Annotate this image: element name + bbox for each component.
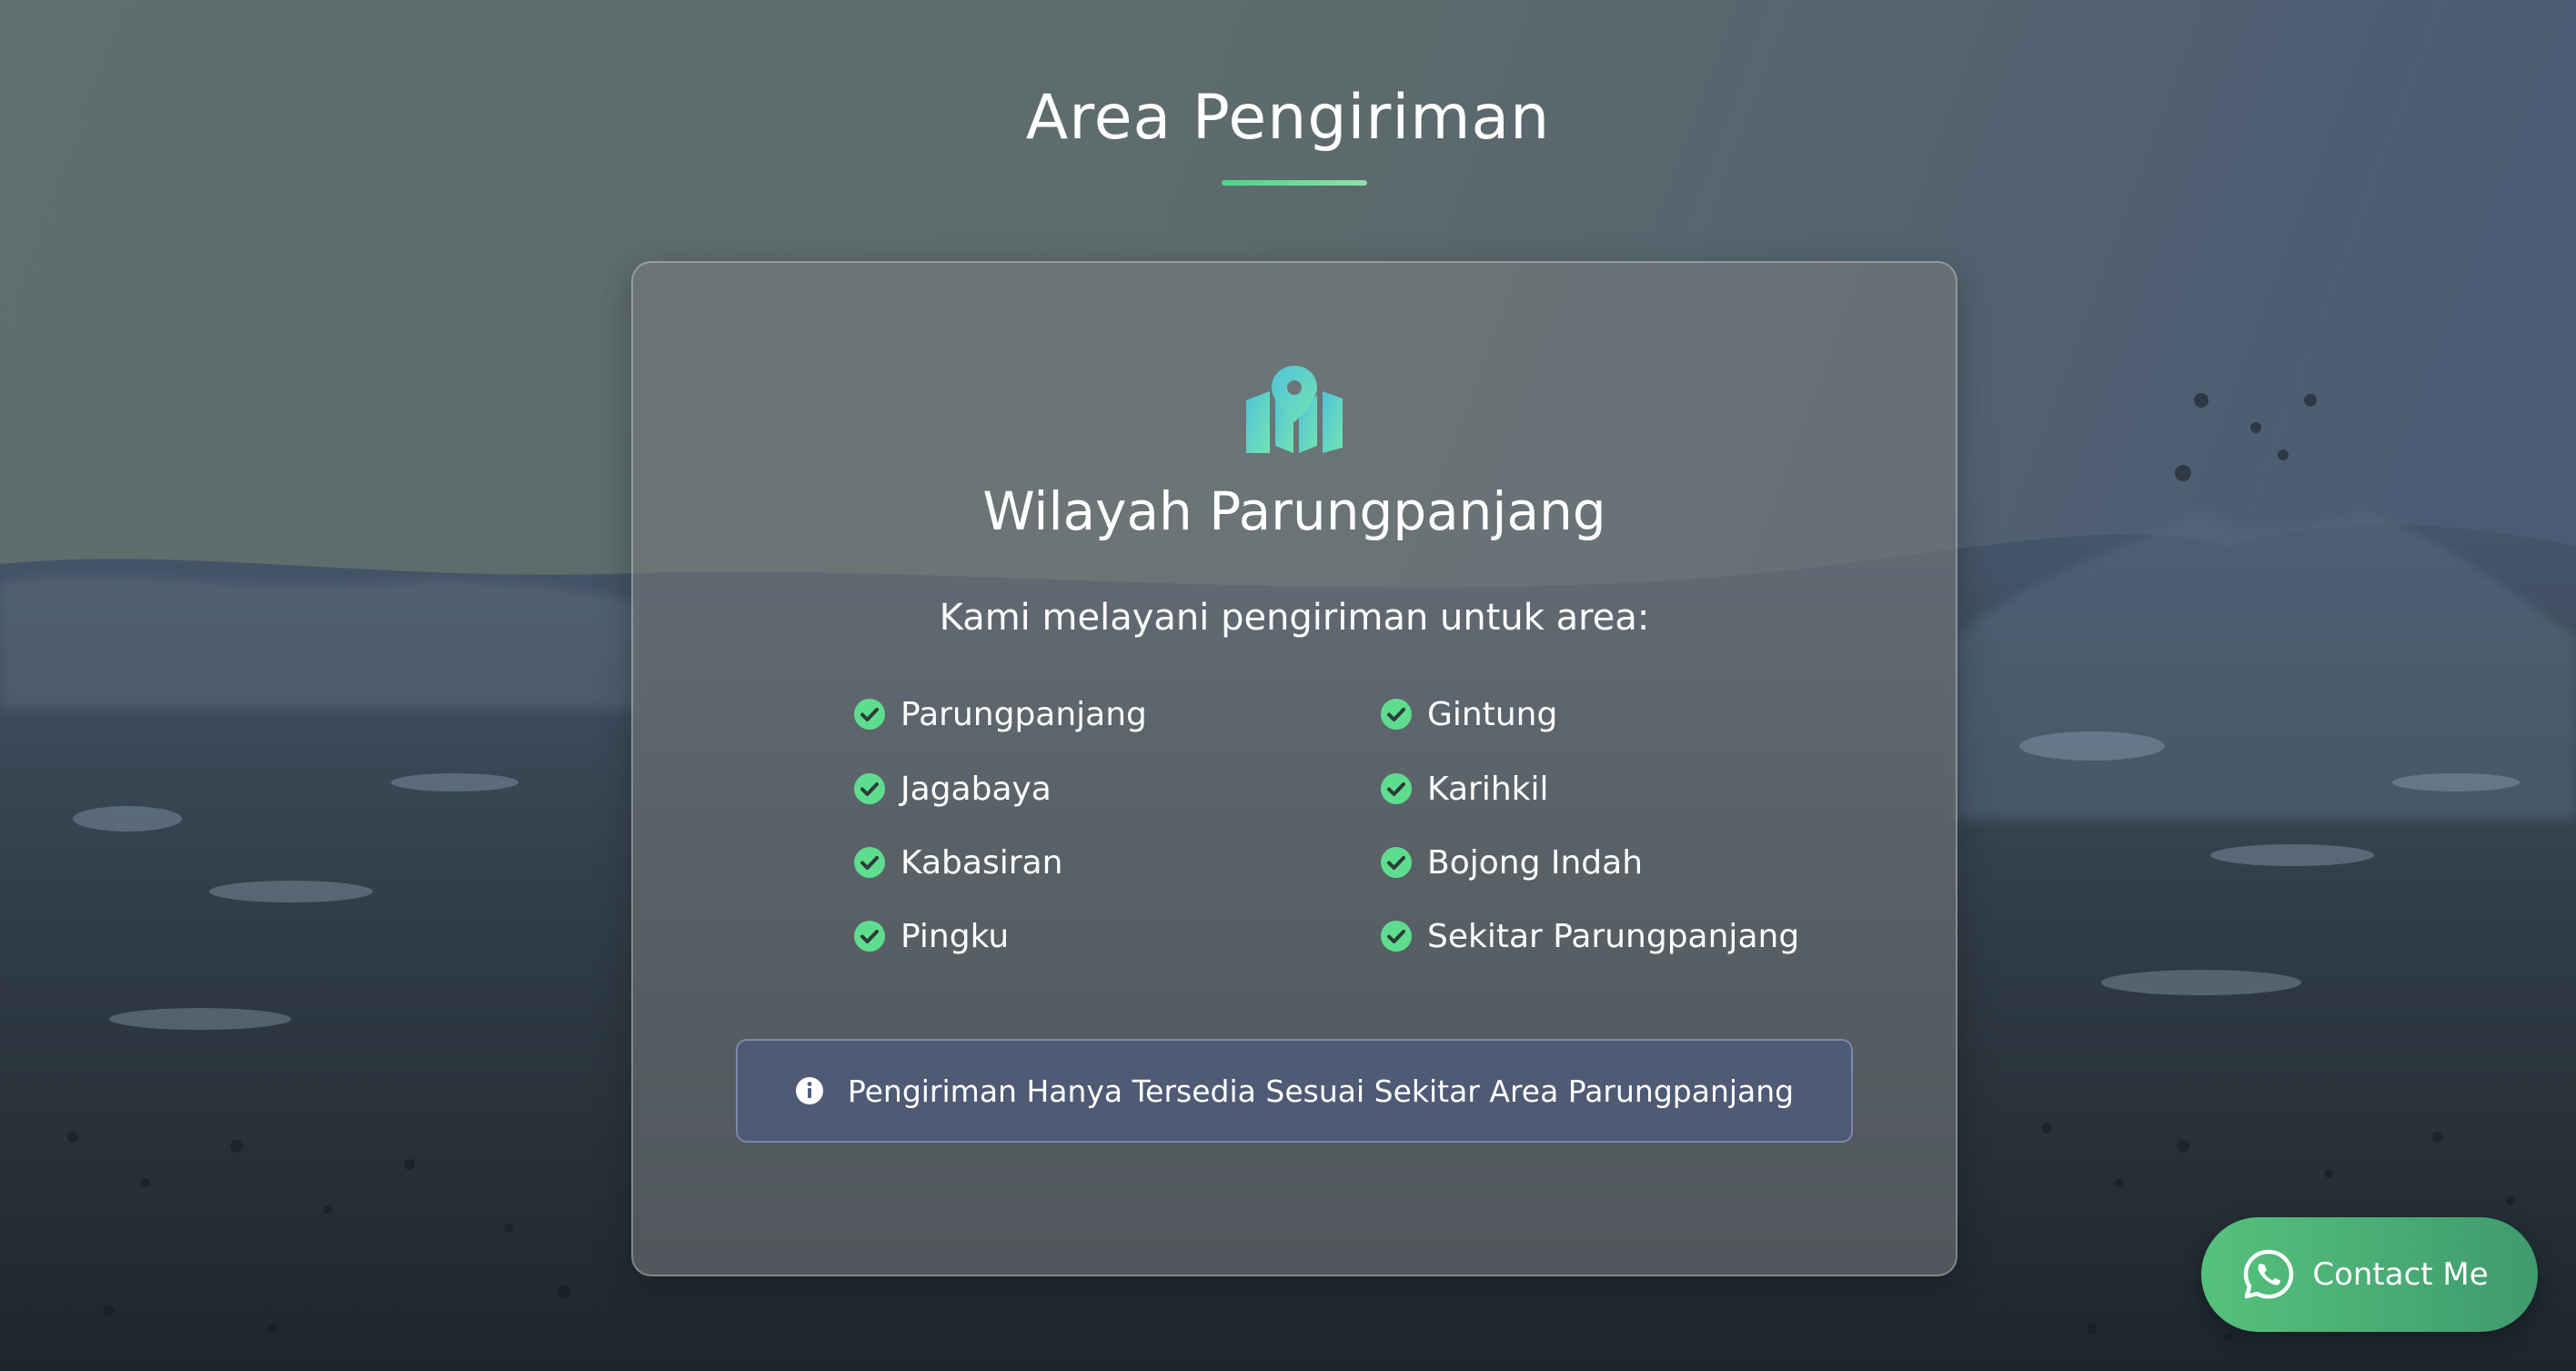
area-item: Bojong Indah — [1380, 840, 1643, 885]
area-item: Parungpanjang — [853, 691, 1147, 737]
area-label: Jagabaya — [901, 770, 1052, 808]
area-item: Gintung — [1380, 691, 1557, 737]
check-circle-icon — [854, 847, 885, 878]
area-label: Gintung — [1427, 695, 1558, 733]
whatsapp-icon — [2244, 1249, 2294, 1299]
area-item: Karihkil — [1380, 766, 1549, 812]
map-marker-icon — [1246, 366, 1343, 453]
area-item: Kabasiran — [853, 840, 1062, 885]
area-label: Parungpanjang — [901, 695, 1147, 733]
area-label: Karihkil — [1427, 770, 1549, 808]
info-icon — [795, 1077, 823, 1104]
check-circle-icon — [1381, 847, 1412, 878]
check-circle-icon — [1381, 921, 1412, 952]
area-item: Sekitar Parungpanjang — [1380, 913, 1799, 959]
contact-label: Contact Me — [2312, 1256, 2489, 1293]
area-label: Sekitar Parungpanjang — [1427, 917, 1800, 955]
check-circle-icon — [854, 921, 885, 952]
info-text: Pengiriman Hanya Tersedia Sesuai Sekitar… — [847, 1073, 1795, 1109]
contact-me-button[interactable]: Contact Me — [2201, 1217, 2538, 1332]
section-title: Area Pengiriman — [1025, 82, 1551, 154]
info-banner: Pengiriman Hanya Tersedia Sesuai Sekitar… — [736, 1039, 1853, 1143]
check-circle-icon — [1381, 699, 1412, 730]
area-label: Pingku — [901, 917, 1010, 955]
area-item: Pingku — [853, 913, 1009, 959]
area-label: Bojong Indah — [1427, 843, 1644, 882]
area-item: Jagabaya — [853, 766, 1052, 812]
check-circle-icon — [1381, 773, 1412, 804]
card-title: Wilayah Parungpanjang — [982, 480, 1606, 542]
title-underline — [1222, 180, 1367, 186]
card-subtitle: Kami melayani pengiriman untuk area: — [939, 597, 1650, 639]
area-label: Kabasiran — [901, 843, 1063, 882]
check-circle-icon — [854, 773, 885, 804]
check-circle-icon — [854, 699, 885, 730]
area-list: Parungpanjang Gintung Jagabaya Karihkil … — [853, 691, 1854, 992]
